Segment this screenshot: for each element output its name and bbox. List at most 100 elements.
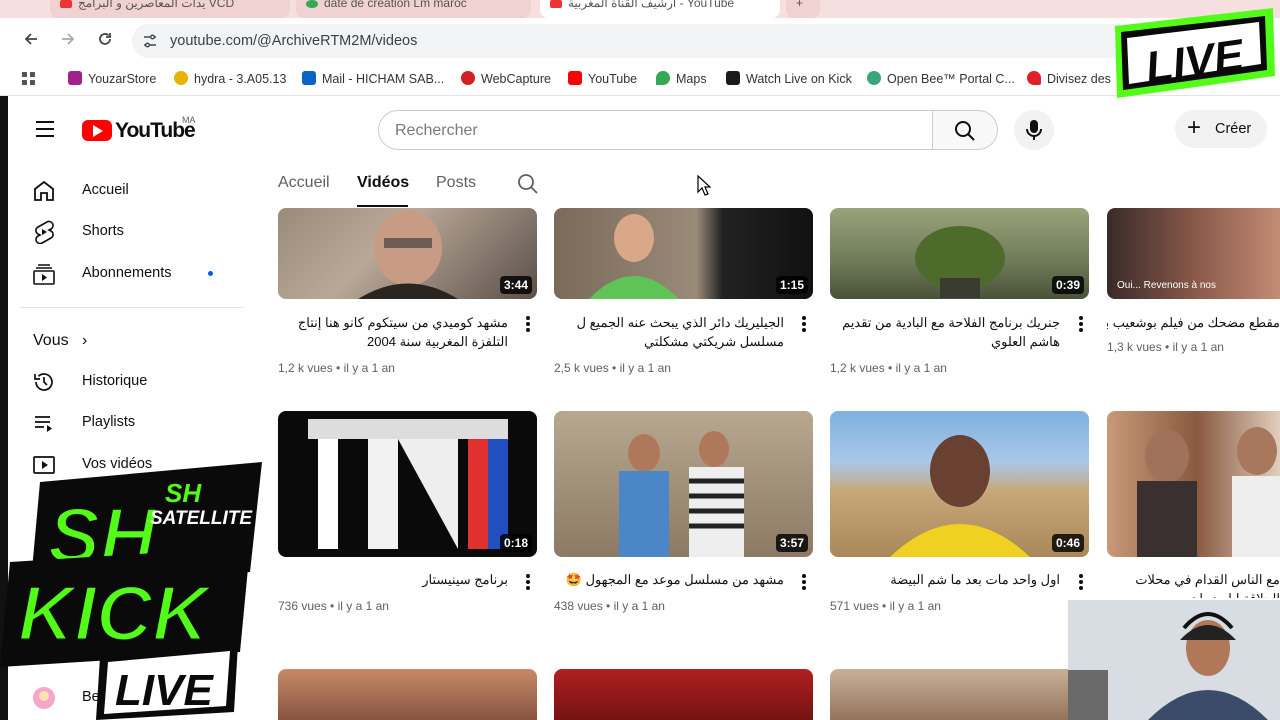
sidebar-item-accueil[interactable]: Accueil: [32, 178, 232, 204]
video-duration: 3:44: [499, 276, 532, 294]
youtube-logo[interactable]: YouTube MA: [82, 115, 196, 143]
create-button[interactable]: + Créer: [1175, 110, 1267, 148]
youtube-icon: [568, 71, 582, 85]
home-icon: [34, 180, 54, 201]
video-duration: 0:18: [499, 534, 532, 552]
video-thumbnail[interactable]: 0:39: [830, 208, 1089, 299]
video-thumbnail[interactable]: 1:15: [554, 208, 813, 299]
sidebar-item-historique[interactable]: Historique: [32, 369, 232, 395]
video-more-icon[interactable]: [1079, 316, 1083, 332]
bookmark-divisez[interactable]: Divisez des: [1027, 71, 1111, 89]
new-tab-button[interactable]: +: [786, 0, 820, 18]
thumbnail-image: [890, 435, 1030, 557]
kick-icon: [726, 71, 740, 85]
tab-favicon: [306, 0, 318, 8]
video-meta: 1,3 k vues • il y a 1 an: [1107, 340, 1224, 354]
sidebar-item-playlists[interactable]: Playlists: [32, 410, 232, 436]
forward-button[interactable]: [57, 30, 79, 52]
video-more-icon[interactable]: [1079, 574, 1083, 590]
video-more-icon[interactable]: [526, 316, 530, 332]
svg-text:KICK: KICK: [18, 569, 214, 657]
video-thumbnail[interactable]: [830, 669, 1089, 720]
sidebar-item-shorts[interactable]: Shorts: [32, 219, 232, 245]
video-meta: 571 vues • il y a 1 an: [830, 599, 941, 613]
video-thumbnail[interactable]: [554, 669, 813, 720]
active-tab-indicator: [357, 205, 408, 207]
video-thumbnail[interactable]: 3:57: [554, 411, 813, 557]
bookmark-kick[interactable]: Watch Live on Kick: [726, 71, 852, 89]
video-more-icon[interactable]: [526, 574, 530, 590]
video-duration: 0:39: [1051, 276, 1084, 294]
arrow-left-icon: [24, 33, 37, 45]
search-button[interactable]: [932, 110, 998, 150]
live-badge-overlay: LIVE: [1115, 8, 1275, 98]
svg-text:SATELLITE: SATELLITE: [150, 508, 253, 529]
apps-icon[interactable]: [21, 71, 37, 89]
thumbnail-image: [308, 419, 508, 549]
hamburger-menu-icon[interactable]: [35, 120, 55, 138]
video-meta: 1,2 k vues • il y a 1 an: [830, 361, 947, 375]
bookmark-webcapture[interactable]: WebCapture: [461, 71, 551, 89]
microphone-icon: [1026, 120, 1042, 140]
reload-icon: [99, 33, 111, 45]
browser-tab-active[interactable]: أرشيف القناة المغربية - YouTube: [540, 0, 780, 18]
video-meta: 736 vues • il y a 1 an: [278, 599, 389, 613]
heart-icon: [1027, 71, 1041, 85]
bookmark-openbee[interactable]: Open Bee™ Portal C...: [867, 71, 1015, 89]
bookmark-mail[interactable]: Mail - HICHAM SAB...: [302, 71, 444, 89]
tab-accueil[interactable]: Accueil: [278, 174, 330, 192]
video-thumbnail[interactable]: [1107, 411, 1280, 557]
video-meta: 1,2 k vues • il y a 1 an: [278, 361, 395, 375]
voice-search-button[interactable]: [1014, 110, 1054, 150]
video-thumbnail[interactable]: Oui... Revenons à nos: [1107, 208, 1280, 299]
back-button[interactable]: [20, 30, 42, 52]
webcam-image: [1068, 600, 1280, 720]
search-input[interactable]: Rechercher: [378, 110, 933, 150]
sidebar-you-heading[interactable]: Vous: [33, 332, 69, 350]
bookmark-youzarstore[interactable]: YouzarStore: [68, 71, 156, 89]
bookmark-favicon-icon: [461, 71, 475, 85]
svg-text:SH: SH: [165, 478, 202, 508]
site-settings-icon[interactable]: [142, 33, 158, 49]
channel-search-icon[interactable]: [517, 173, 539, 195]
bookmarks-bar: YouzarStore hydra - 3.A05.13 Mail - HICH…: [0, 64, 1280, 96]
video-title[interactable]: جنريك برنامج الفلاحة مع البادية من تقديم…: [830, 313, 1060, 351]
outlook-icon: [302, 71, 316, 85]
bookmark-favicon-icon: [174, 71, 188, 85]
playlist-icon: [35, 416, 52, 432]
thumbnail-image: [619, 431, 744, 557]
sidebar-item-abonnements[interactable]: Abonnements: [32, 261, 232, 287]
sh-satellite-kick-overlay: SH SH SATELLITE KICK LIVE: [0, 462, 262, 720]
thumbnail-caption: Oui... Revenons à nos: [1117, 280, 1216, 291]
tab-videos[interactable]: Vidéos: [357, 174, 409, 192]
video-thumbnail[interactable]: 0:18: [278, 411, 537, 557]
video-duration: 0:46: [1051, 534, 1084, 552]
video-title[interactable]: مشهد من مسلسل موعد مع المجهول 🤩: [554, 570, 784, 589]
browser-tab[interactable]: date de création Lm maroc: [296, 0, 531, 18]
reload-button[interactable]: [94, 30, 116, 52]
browser-tab[interactable]: يدات المعاصرين و البرامج VCD: [50, 0, 290, 18]
thumbnail-image: [358, 210, 458, 299]
video-thumbnail[interactable]: 3:44: [278, 208, 537, 299]
tab-posts[interactable]: Posts: [436, 174, 476, 192]
bookmark-favicon-icon: [867, 71, 881, 85]
video-thumbnail[interactable]: 0:46: [830, 411, 1089, 557]
bookmark-hydra[interactable]: hydra - 3.A05.13: [174, 71, 286, 89]
video-duration: 3:57: [775, 534, 808, 552]
video-title[interactable]: مع الناس القدام في محلات الحلاقة ايام زم…: [1107, 570, 1280, 598]
video-more-icon[interactable]: [802, 316, 806, 332]
video-title[interactable]: مشهد كوميدي من سيتكوم كانو هنا إنتاج الت…: [278, 313, 508, 351]
video-title[interactable]: الجيليريك دائر الذي يبحث عنه الجميع ل مس…: [554, 313, 784, 351]
video-more-icon[interactable]: [802, 574, 806, 590]
video-title[interactable]: مقطع مضحك من فيلم بوشعيب بوسعود: [1107, 313, 1280, 332]
plus-icon: +: [1187, 114, 1202, 141]
thumbnail-image: [1137, 427, 1280, 557]
video-title[interactable]: اول واحد مات بعد ما شم البيضة: [830, 570, 1060, 589]
video-meta: 2,5 k vues • il y a 1 an: [554, 361, 671, 375]
video-title[interactable]: برنامج سينيستار: [278, 570, 508, 589]
bookmark-maps[interactable]: Maps: [656, 71, 707, 89]
address-bar[interactable]: youtube.com/@ArchiveRTM2M/videos: [132, 24, 1232, 58]
chevron-right-icon[interactable]: ›: [82, 332, 87, 350]
bookmark-youtube[interactable]: YouTube: [568, 71, 637, 89]
video-thumbnail[interactable]: [278, 669, 537, 720]
